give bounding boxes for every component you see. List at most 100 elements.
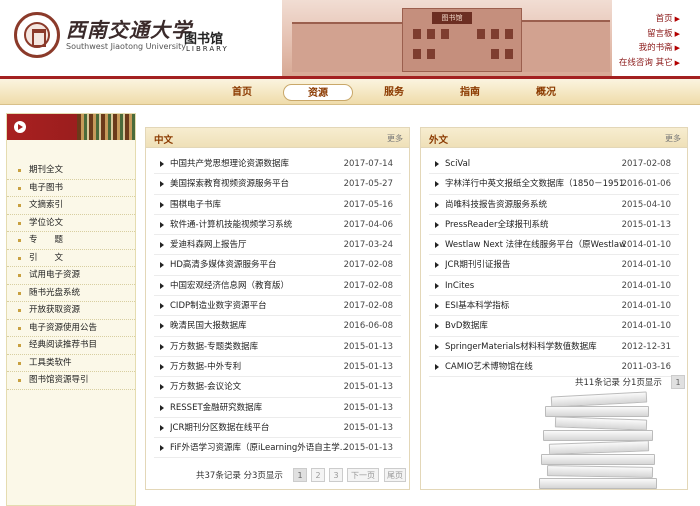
university-logo[interactable]: 西南交通大学 Southwest Jiaotong University 图书馆… (14, 12, 254, 62)
resource-date: 2017-05-27 (343, 179, 393, 190)
list-item[interactable]: CIDP制造业数字资源平台 2017-02-08 (154, 296, 401, 317)
resource-title-link[interactable]: JCR期刊引证报告 (445, 255, 510, 275)
list-item[interactable]: InCites 2014-01-10 (429, 276, 679, 297)
resource-date: 2015-01-13 (343, 361, 393, 372)
sidebar-item-open-access[interactable]: 开放获取资源 (7, 302, 135, 320)
resource-title-link[interactable]: BvD数据库 (445, 316, 488, 336)
sidebar-item-ebooks[interactable]: 电子图书 (7, 180, 135, 197)
sidebar-item-cd-system[interactable]: 随书光盘系统 (7, 285, 135, 302)
resource-title-link[interactable]: 字林洋行中英文报纸全文数据库（1850－1951... (445, 174, 625, 194)
list-item[interactable]: 美国探索教育视频资源服务平台 2017-05-27 (154, 174, 401, 195)
resource-list: SciVal 2017-02-08 字林洋行中英文报纸全文数据库（1850－1951… (421, 154, 687, 378)
resource-title-link[interactable]: FiF外语学习资源库（原iLearning外语自主学... (170, 438, 348, 458)
list-item[interactable]: RESSET金融研究数据库 2015-01-13 (154, 398, 401, 418)
more-link[interactable]: 更多 (665, 133, 681, 144)
resource-title-link[interactable]: 中国共产党思想理论资源数据库 (170, 154, 289, 174)
list-item[interactable]: 围棋电子书库 2017-05-16 (154, 195, 401, 215)
list-item[interactable]: FiF外语学习资源库（原iLearning外语自主学... 2015-01-13 (154, 438, 401, 459)
sidebar-item-trial-resources[interactable]: 试用电子资源 (7, 267, 135, 285)
next-page-button[interactable]: 下一页 (347, 468, 379, 482)
list-item[interactable]: SciVal 2017-02-08 (429, 154, 679, 175)
sidebar-item-tools[interactable]: 工具类软件 (7, 355, 135, 372)
page-button-1[interactable]: 1 (293, 468, 307, 482)
list-item[interactable]: 爱迪科森网上报告厅 2017-03-24 (154, 235, 401, 256)
sidebar-item-resource-guide[interactable]: 图书馆资源导引 (7, 372, 135, 390)
university-seal-icon (14, 12, 60, 58)
sidebar-item-theses[interactable]: 学位论文 (7, 215, 135, 232)
list-item[interactable]: 字林洋行中英文报纸全文数据库（1850－1951... 2016-01-06 (429, 174, 679, 195)
list-item[interactable]: HD高清多媒体资源服务平台 2017-02-08 (154, 255, 401, 276)
sidebar-item-citations[interactable]: 引 文 (7, 250, 135, 267)
pager-summary: 共37条记录 分3页显示 (196, 471, 283, 481)
resource-title-link[interactable]: RESSET金融研究数据库 (170, 398, 262, 418)
sidebar-item-usage-notice[interactable]: 电子资源使用公告 (7, 320, 135, 337)
resource-title-link[interactable]: SpringerMaterials材料科学数值数据库 (445, 337, 597, 357)
resource-title-link[interactable]: 尚唯科技报告资源服务系统 (445, 195, 547, 215)
list-item[interactable]: BvD数据库 2014-01-10 (429, 316, 679, 337)
resource-title-link[interactable]: 中国宏观经济信息网（教育版） (170, 276, 289, 296)
list-item[interactable]: PressReader全球报刊系统 2015-01-13 (429, 215, 679, 236)
resource-title-link[interactable]: CAMIO艺术博物馆在线 (445, 357, 533, 377)
list-item[interactable]: 中国宏观经济信息网（教育版） 2017-02-08 (154, 276, 401, 297)
sidebar-list: 期刊全文 电子图书 文摘索引 学位论文 专 题 引 文 试用电子资源 随书光盘系… (7, 162, 135, 390)
building-sign: 图书馆 (432, 12, 472, 24)
book-stack-image (537, 386, 667, 490)
top-links: 首页 ▶ 留言板 ▶ 我的书斋 ▶ 在线咨询 其它 ▶ (619, 12, 680, 70)
list-item[interactable]: 晚清民国大报数据库 2016-06-08 (154, 316, 401, 337)
list-item[interactable]: JCR期刊引证报告 2014-01-10 (429, 255, 679, 276)
resource-date: 2017-02-08 (343, 280, 393, 291)
nav-services[interactable]: 服务 (359, 84, 429, 101)
resource-date: 2015-01-13 (343, 422, 393, 433)
resource-title-link[interactable]: 万方数据-中外专利 (170, 357, 241, 377)
sidebar-item-topics[interactable]: 专 题 (7, 232, 135, 250)
list-item[interactable]: 尚唯科技报告资源服务系统 2015-04-10 (429, 195, 679, 215)
list-item[interactable]: 软件通-计算机技能视频学习系统 2017-04-06 (154, 215, 401, 236)
site-header: 西南交通大学 Southwest Jiaotong University 图书馆… (0, 0, 700, 78)
page-button-1[interactable]: 1 (671, 375, 685, 389)
sidebar-item-abstracts[interactable]: 文摘索引 (7, 197, 135, 215)
resource-date: 2016-06-08 (343, 321, 393, 332)
list-item[interactable]: ESI基本科学指标 2014-01-10 (429, 296, 679, 317)
resource-title-link[interactable]: 围棋电子书库 (170, 195, 221, 215)
page-button-3[interactable]: 3 (329, 468, 343, 482)
list-item[interactable]: 中国共产党思想理论资源数据库 2017-07-14 (154, 154, 401, 175)
list-item[interactable]: CAMIO艺术博物馆在线 2011-03-16 (429, 357, 679, 378)
arrow-right-icon: ▶ (674, 29, 680, 38)
page-button-2[interactable]: 2 (311, 468, 325, 482)
resource-title-link[interactable]: PressReader全球报刊系统 (445, 215, 548, 235)
sidebar-item-reading-list[interactable]: 经典阅读推荐书目 (7, 337, 135, 355)
list-item[interactable]: 万方数据-中外专利 2015-01-13 (154, 357, 401, 378)
resource-title-link[interactable]: 美国探索教育视频资源服务平台 (170, 174, 289, 194)
resource-date: 2014-01-10 (621, 240, 671, 251)
sidebar-item-journals[interactable]: 期刊全文 (7, 162, 135, 180)
list-item[interactable]: Westlaw Next 法律在线服务平台（原Westlaw... 2014-01… (429, 235, 679, 256)
more-link[interactable]: 更多 (387, 133, 403, 144)
resource-title-link[interactable]: Westlaw Next 法律在线服务平台（原Westlaw... (445, 235, 625, 255)
resource-title-link[interactable]: 爱迪科森网上报告厅 (170, 235, 247, 255)
resource-title-link[interactable]: JCR期刊分区数据在线平台 (170, 418, 269, 438)
resource-title-link[interactable]: 晚清民国大报数据库 (170, 316, 247, 336)
list-item[interactable]: JCR期刊分区数据在线平台 2015-01-13 (154, 418, 401, 439)
resource-title-link[interactable]: SciVal (445, 154, 470, 174)
list-item[interactable]: 万方数据-会议论文 2015-01-13 (154, 377, 401, 398)
nav-overview[interactable]: 概况 (511, 84, 581, 101)
resource-title-link[interactable]: HD高清多媒体资源服务平台 (170, 255, 276, 275)
resource-date: 2016-01-06 (621, 179, 671, 190)
list-item[interactable]: 万方数据-专题类数据库 2015-01-13 (154, 337, 401, 357)
top-link-online-consult[interactable]: 在线咨询 其它 ▶ (619, 56, 680, 71)
top-link-guestbook[interactable]: 留言板 ▶ (619, 27, 680, 42)
nav-resources[interactable]: 资源 (283, 84, 353, 101)
top-link-home[interactable]: 首页 ▶ (619, 12, 680, 27)
list-item[interactable]: SpringerMaterials材料科学数值数据库 2012-12-31 (429, 337, 679, 357)
last-page-button[interactable]: 尾页 (384, 468, 406, 482)
arrow-right-icon: ▶ (674, 58, 680, 67)
resource-title-link[interactable]: CIDP制造业数字资源平台 (170, 296, 267, 316)
resource-title-link[interactable]: 万方数据-专题类数据库 (170, 337, 258, 357)
top-link-my-library[interactable]: 我的书斋 ▶ (619, 41, 680, 56)
nav-guide[interactable]: 指南 (435, 84, 505, 101)
resource-title-link[interactable]: 软件通-计算机技能视频学习系统 (170, 215, 292, 235)
resource-title-link[interactable]: InCites (445, 276, 474, 296)
nav-home[interactable]: 首页 (207, 84, 277, 101)
resource-title-link[interactable]: 万方数据-会议论文 (170, 377, 241, 397)
resource-title-link[interactable]: ESI基本科学指标 (445, 296, 509, 316)
